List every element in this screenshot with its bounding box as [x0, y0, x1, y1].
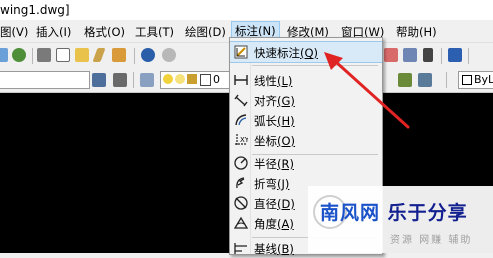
watermark-title: 南风网 乐于分享	[320, 198, 468, 225]
watermark: 南风网 乐于分享 资源 网赚 辅助	[308, 186, 493, 253]
watermark-subtitle: 资源 网赚 辅助	[390, 235, 473, 246]
watermark-slogan: 乐于分享	[387, 202, 468, 224]
watermark-site-name: 南风网	[320, 202, 381, 224]
arrow-shaft	[334, 60, 410, 129]
